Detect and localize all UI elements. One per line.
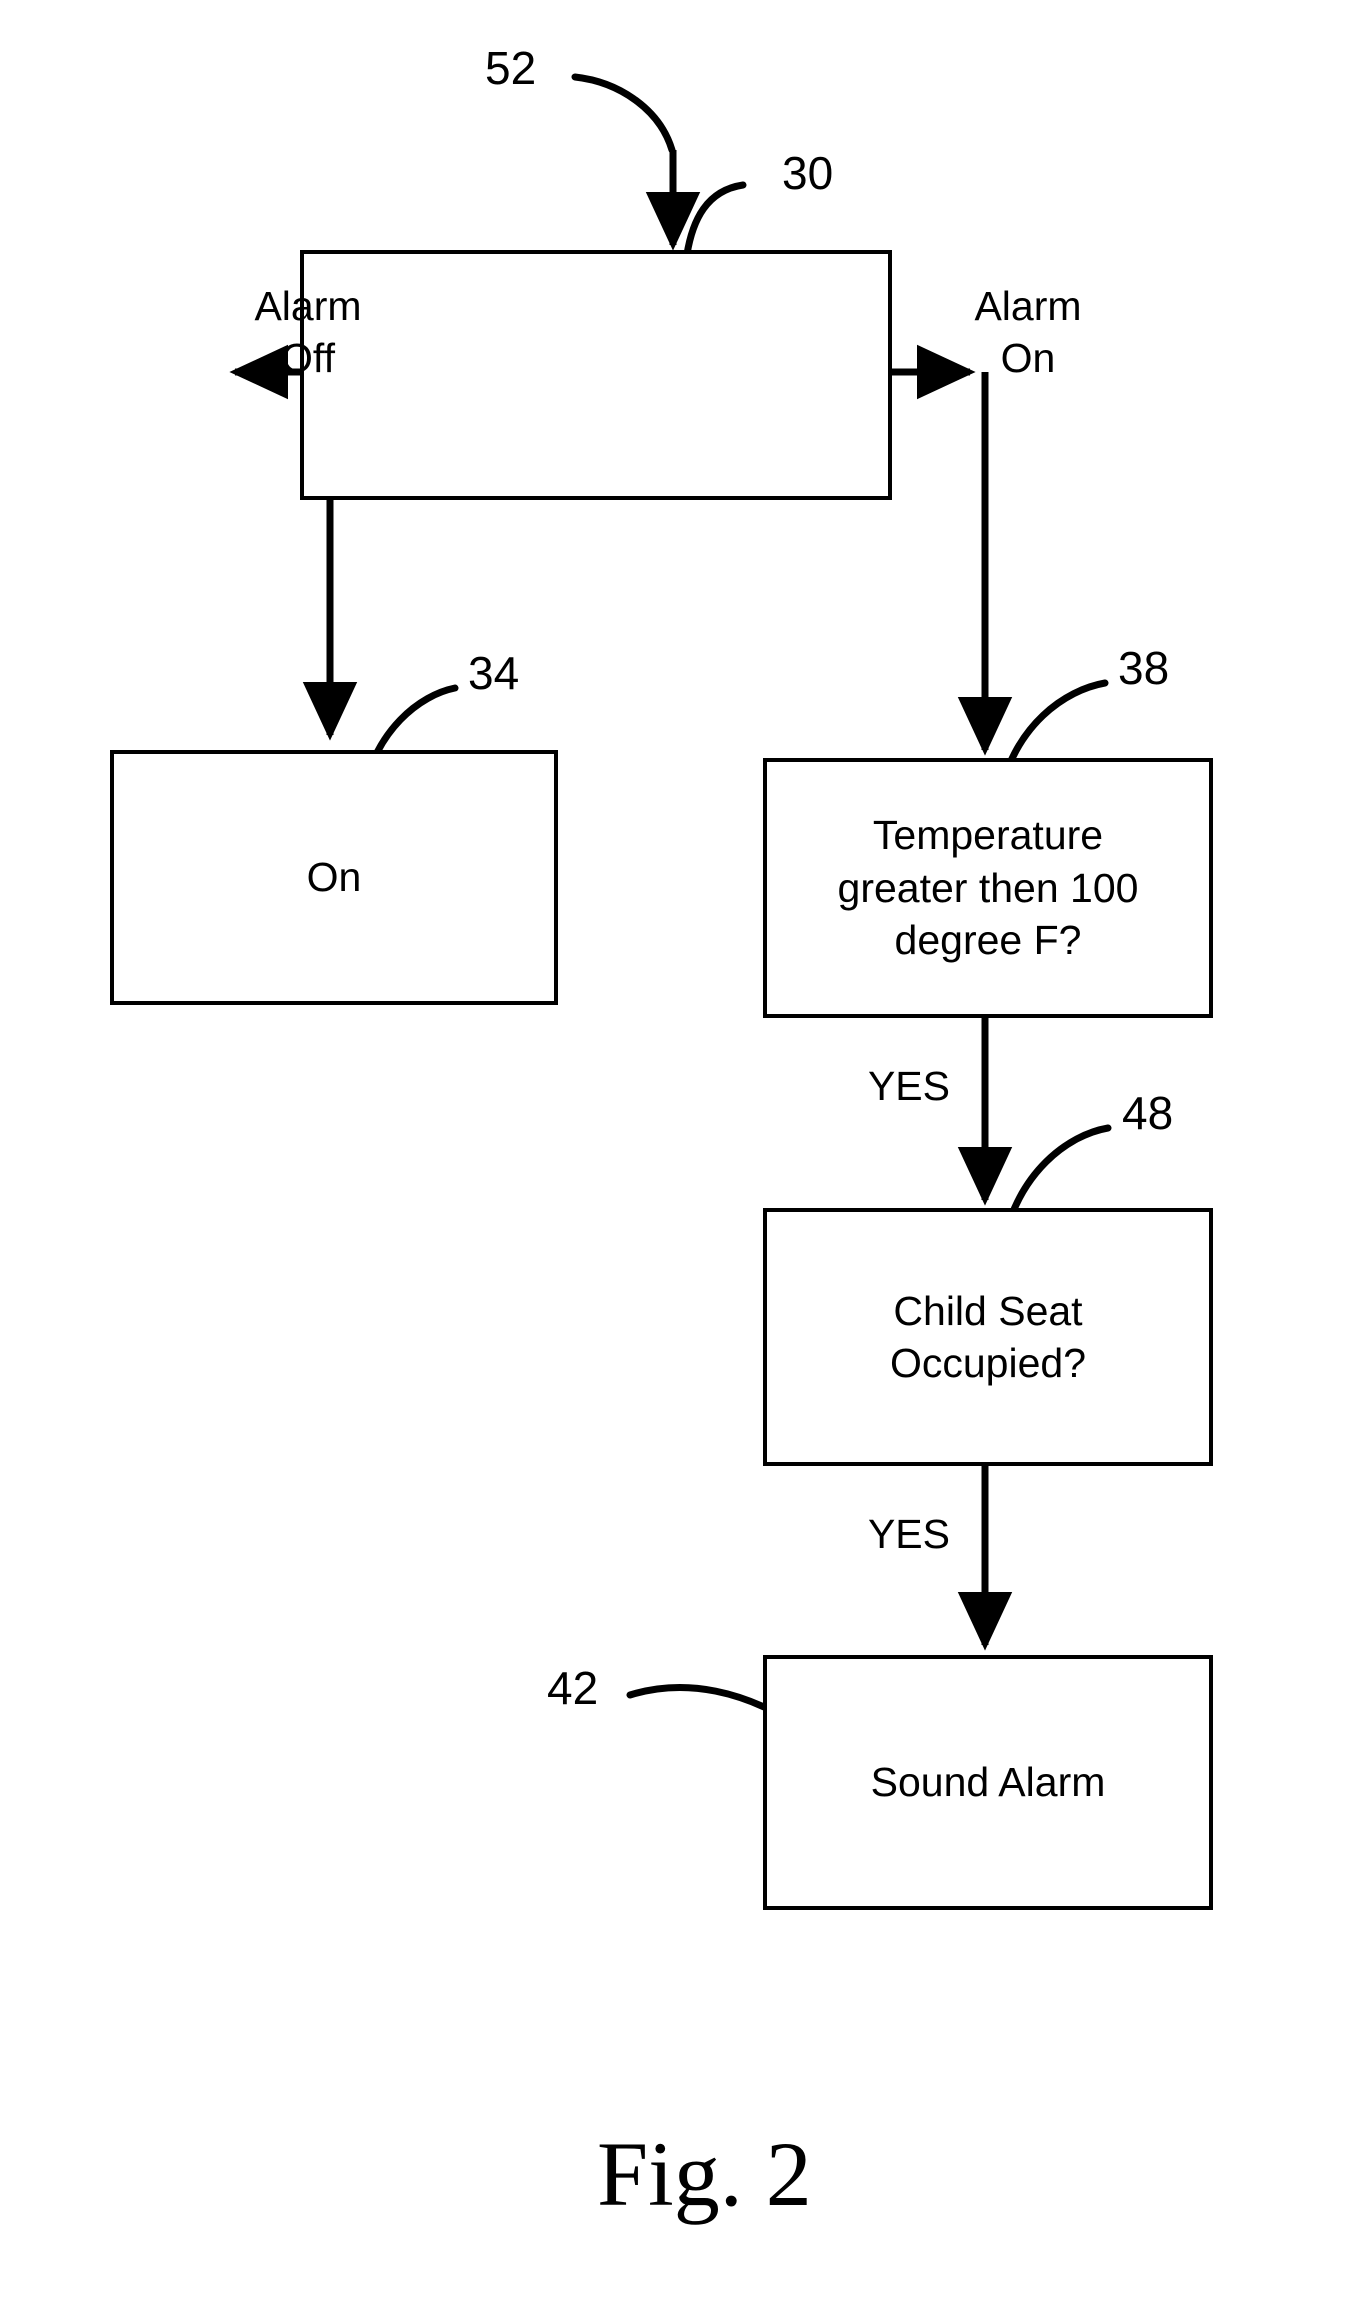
edge-label-child-seat-yes: YES (867, 1511, 950, 1557)
child-seat-decision-box-label: Child Seat Occupied? (889, 1287, 1086, 1386)
leader-line-52 (571, 73, 676, 154)
branch-label-alarm-off: Alarm Off (254, 283, 362, 382)
branch-label-alarm-on: Alarm On (974, 283, 1082, 382)
ref-numeral-34: 34 (468, 647, 520, 699)
ref-numeral-48: 48 (1122, 1087, 1174, 1139)
ref-numeral-52: 52 (485, 42, 537, 94)
ref-numeral-38: 38 (1118, 642, 1170, 694)
ref-numeral-42: 42 (547, 1662, 599, 1714)
sound-alarm-box[interactable]: Sound Alarm (763, 1655, 1213, 1910)
edge-label-temperature-yes: YES (867, 1063, 950, 1109)
on-state-box[interactable]: On (110, 750, 558, 1005)
sound-alarm-box-label: Sound Alarm (870, 1759, 1106, 1806)
temperature-decision-box-label: Temperature greater then 100 degree F? (837, 812, 1139, 964)
on-state-box-label: On (306, 854, 362, 901)
ref-numeral-30: 30 (782, 147, 834, 199)
temperature-decision-box[interactable]: Temperature greater then 100 degree F? (763, 758, 1213, 1018)
patent-figure: On Temperature greater then 100 degree F… (0, 0, 1348, 2305)
child-seat-decision-box[interactable]: Child Seat Occupied? (763, 1208, 1213, 1466)
figure-caption: Fig. 2 (597, 2123, 812, 2225)
